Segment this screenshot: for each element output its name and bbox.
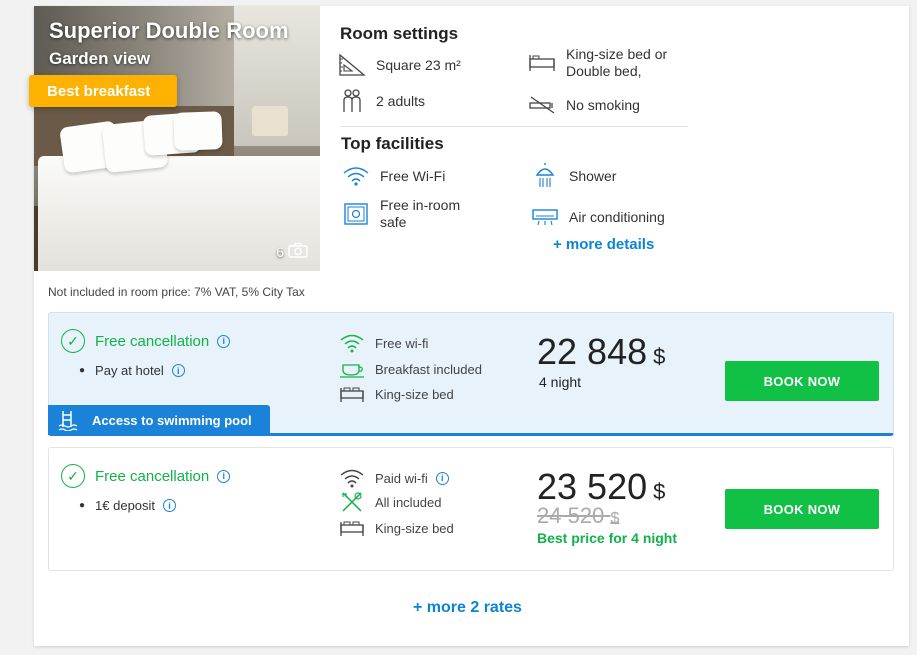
- rate2-cancellation-label: Free cancellation: [95, 467, 210, 485]
- safe-icon: [342, 202, 370, 226]
- rate2-amenity-wifi-label: Paid wi-fi: [375, 470, 428, 486]
- facility-wifi-label: Free Wi-Fi: [380, 167, 446, 184]
- room-settings-title: Room settings: [340, 24, 459, 43]
- square-ruler-icon: [338, 53, 366, 77]
- rate-option-1: ✓ Free cancellation i ● Pay at hotel i F…: [48, 312, 894, 436]
- rate1-amenity-bed-label: King-size bed: [375, 386, 454, 402]
- bullet-icon: ●: [79, 365, 86, 376]
- info-icon[interactable]: i: [435, 471, 449, 485]
- book-now-button[interactable]: BOOK NOW: [725, 361, 879, 401]
- room-title: Superior Double Room: [49, 18, 289, 43]
- top-facilities-title: Top facilities: [341, 134, 444, 153]
- rate2-amenity-meals: All included: [339, 492, 442, 512]
- wifi-icon: [339, 468, 365, 488]
- rate2-price: 23 520 $: [537, 466, 665, 508]
- double-bed-icon: [528, 51, 556, 75]
- room-view: Garden view: [49, 49, 151, 68]
- rate2-amenity-bed: King-size bed: [339, 518, 454, 538]
- rate2-old-price-value: 24 520: [537, 503, 605, 528]
- rate1-amenity-breakfast: Breakfast included: [339, 359, 482, 379]
- rate2-payment: ● 1€ deposit i: [79, 498, 177, 513]
- rate2-best-price: Best price for 4 night: [537, 530, 678, 546]
- facility-air-conditioning-label: Air conditioning: [569, 208, 665, 225]
- setting-adults-label: 2 adults: [376, 92, 426, 109]
- swimming-pool-label: Access to swimming pool: [92, 412, 252, 428]
- swimming-pool-icon: [58, 409, 80, 431]
- check-circle-icon: ✓: [61, 329, 85, 353]
- tax-note: Not included in room price: 7% VAT, 5% C…: [48, 285, 305, 299]
- facility-safe: Free in-room safe: [342, 197, 480, 231]
- no-smoking-icon: [528, 93, 556, 117]
- rate1-cancellation-label: Free cancellation: [95, 332, 210, 350]
- rate2-amenity-meals-label: All included: [375, 494, 442, 510]
- more-rates-link[interactable]: + more 2 rates: [413, 599, 522, 617]
- photo-count[interactable]: 6: [276, 242, 308, 261]
- swimming-pool-banner: Access to swimming pool: [48, 405, 270, 435]
- facility-shower: Shower: [531, 163, 617, 188]
- info-icon[interactable]: i: [217, 334, 231, 348]
- rate2-old-currency: $: [610, 510, 620, 527]
- facility-air-conditioning: Air conditioning: [531, 205, 665, 229]
- wifi-icon: [342, 164, 370, 188]
- rate1-nights: 4 night: [539, 374, 582, 390]
- setting-no-smoking: No smoking: [528, 93, 640, 117]
- setting-square: Square 23 m²: [338, 53, 461, 77]
- rate2-amenity-wifi: Paid wi-fi i: [339, 468, 449, 488]
- camera-icon: [288, 242, 308, 261]
- rate1-price-value: 22 848: [537, 331, 648, 372]
- best-breakfast-badge: Best breakfast: [29, 75, 177, 107]
- info-icon[interactable]: i: [171, 364, 185, 377]
- room-photo[interactable]: Superior Double Room Garden view 6: [34, 6, 320, 271]
- setting-no-smoking-label: No smoking: [566, 96, 640, 113]
- setting-adults: 2 adults: [338, 89, 425, 113]
- air-conditioning-icon: [531, 205, 559, 229]
- rate1-payment: ● Pay at hotel i: [79, 363, 185, 378]
- book-now-button[interactable]: BOOK NOW: [725, 489, 879, 529]
- adults-icon: [338, 89, 366, 113]
- rate-option-2: ✓ Free cancellation i ● 1€ deposit i Pai…: [48, 447, 894, 571]
- bed-icon: [339, 518, 365, 538]
- bullet-icon: ●: [79, 500, 86, 511]
- setting-bed: King-size bed or Double bed,: [528, 46, 686, 80]
- rate1-cancellation: ✓ Free cancellation i: [61, 329, 231, 353]
- facility-safe-label: Free in-room safe: [380, 197, 461, 230]
- check-circle-icon: ✓: [61, 464, 85, 488]
- rate2-amenity-bed-label: King-size bed: [375, 520, 454, 536]
- rate2-price-value: 23 520: [537, 466, 648, 507]
- rate1-payment-label: Pay at hotel: [95, 363, 164, 378]
- section-divider: [340, 126, 688, 127]
- shower-icon: [531, 163, 559, 188]
- rate2-cancellation: ✓ Free cancellation i: [61, 464, 231, 488]
- rate1-amenity-wifi: Free wi-fi: [339, 333, 428, 353]
- setting-square-label: Square 23 m²: [376, 56, 461, 73]
- photo-count-value: 6: [276, 243, 284, 260]
- info-icon[interactable]: i: [163, 499, 177, 512]
- rate1-amenity-breakfast-label: Breakfast included: [375, 361, 482, 377]
- rate1-price: 22 848 $: [537, 331, 665, 373]
- facility-wifi: Free Wi-Fi: [342, 164, 445, 188]
- rate1-currency: $: [653, 344, 666, 369]
- bed-icon: [339, 384, 365, 404]
- info-icon[interactable]: i: [217, 469, 231, 483]
- rate2-old-price: 24 520 $: [537, 503, 619, 529]
- breakfast-icon: [339, 359, 365, 379]
- rate1-amenity-bed: King-size bed: [339, 384, 454, 404]
- wifi-icon: [339, 333, 365, 353]
- cutlery-icon: [339, 492, 365, 512]
- facility-shower-label: Shower: [569, 167, 617, 184]
- rate2-payment-label: 1€ deposit: [95, 498, 156, 513]
- rate1-amenity-wifi-label: Free wi-fi: [375, 335, 429, 351]
- photo-pillow: [173, 111, 223, 151]
- setting-bed-label: King-size bed or Double bed,: [566, 46, 668, 79]
- rate2-currency: $: [653, 479, 666, 504]
- photo-lamp: [252, 106, 288, 136]
- more-details-link[interactable]: + more details: [553, 236, 654, 253]
